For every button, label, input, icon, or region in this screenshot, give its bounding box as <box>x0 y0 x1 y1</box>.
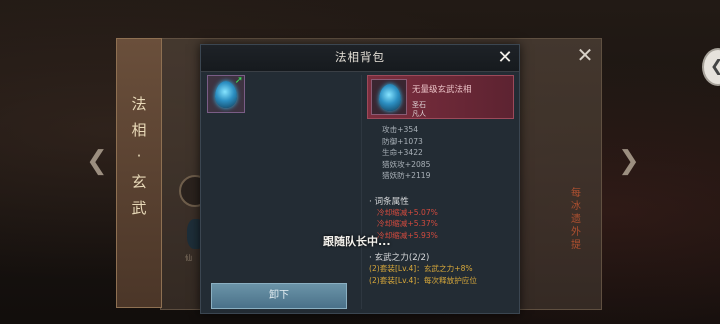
close-icon[interactable]: ✕ <box>495 47 515 69</box>
scroll-title: 法 相 · 玄 武 <box>129 91 149 221</box>
detail-item-icon <box>371 79 407 115</box>
affix-section-title: · 词条属性 <box>369 197 409 207</box>
scroll-banner: 法 相 · 玄 武 <box>116 38 162 308</box>
panel-divider <box>361 75 362 309</box>
scroll-char: 相 <box>131 121 147 139</box>
panel-side-text: 每 冰 遗 外 提 <box>571 187 589 252</box>
affix-line: 冷却缩减+5.93% <box>377 230 438 240</box>
green-up-arrow-icon: ➚ <box>234 75 243 86</box>
set-bonus-line: (2)套装[Lv.4]：每次释放护应位 <box>369 276 477 285</box>
item-detail-header: 无量级玄武法相 圣石 凡人 <box>367 75 514 119</box>
panel-side-char: 外 <box>571 227 581 238</box>
panel-side-char: 每 <box>571 188 581 199</box>
scroll-char: 玄 <box>131 173 147 191</box>
panel-side-char: 冰 <box>571 201 581 212</box>
stat-line: 猎妖攻+2085 <box>382 159 431 169</box>
fashion-bag-modal: 法相背包 ✕ ➚ 卸下 无量级玄武法相 圣石 凡人 攻击+354 防御+1073… <box>200 44 520 314</box>
panel-side-char: 遗 <box>571 214 581 225</box>
unequip-button[interactable]: 卸下 <box>211 283 347 309</box>
blue-egg-icon <box>379 84 401 111</box>
outer-close-icon[interactable]: ✕ <box>574 44 596 66</box>
modal-title: 法相背包 <box>335 50 385 64</box>
chevron-left-icon: ❮ <box>710 56 720 76</box>
next-arrow-icon[interactable]: ❯ <box>618 148 640 174</box>
modal-header: 法相背包 ✕ <box>201 45 519 72</box>
slot-label: 仙 <box>185 254 192 262</box>
stat-line: 猎妖防+2119 <box>382 171 431 181</box>
stat-line: 生命+3422 <box>382 148 423 158</box>
stat-line: 防御+1073 <box>382 136 423 146</box>
item-requirement: 凡人 <box>412 110 426 118</box>
scroll-char: 法 <box>131 95 147 113</box>
affix-line: 冷却缩减+5.07% <box>377 208 438 217</box>
prev-arrow-icon[interactable]: ❮ <box>86 148 108 174</box>
set-bonus-line: (2)套装[Lv.4]：玄武之力+8% <box>369 264 473 273</box>
set-bonus-list: (2)套装[Lv.4]：玄武之力+8% (2)套装[Lv.4]：每次释放护应位 <box>369 263 515 287</box>
follow-status-toast: 跟随队长中... <box>323 235 391 248</box>
stat-line: 攻击+354 <box>382 125 419 134</box>
scroll-char: · <box>136 147 142 165</box>
item-name: 无量级玄武法相 <box>412 85 472 95</box>
scroll-char: 武 <box>131 199 147 217</box>
panel-side-char: 提 <box>571 240 581 251</box>
set-section-title: · 玄武之力(2/2) <box>369 253 430 263</box>
base-stats: 攻击+354 防御+1073 生命+3422 猎妖攻+2085 猎妖防+2119 <box>382 124 512 182</box>
bag-item-slot[interactable]: ➚ <box>207 75 245 113</box>
affix-list: 冷却缩减+5.07% 冷却缩减+5.37% 冷却缩减+5.93% <box>377 207 507 241</box>
affix-line: 冷却缩减+5.37% <box>377 219 438 229</box>
